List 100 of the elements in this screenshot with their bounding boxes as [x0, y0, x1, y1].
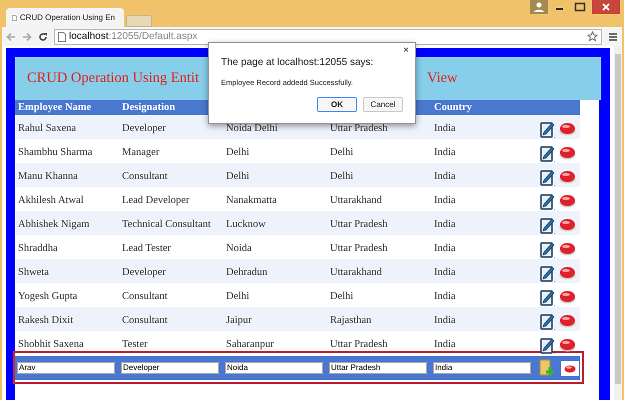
table-cell-text: Uttarakhand [329, 194, 383, 208]
address-bar[interactable]: localhost:12055/Default.aspx [54, 28, 602, 44]
input-field[interactable]: Noida [225, 362, 323, 374]
edit-icon[interactable] [540, 336, 556, 354]
table-cell-text: Delhi [329, 290, 354, 304]
page-title: View [426, 68, 458, 88]
edit-icon[interactable] [540, 312, 556, 330]
table-cell-text: Jaipur [225, 314, 253, 328]
table-cell-text: Shambhu Sharma [17, 146, 94, 160]
table-cell-text: India [433, 146, 457, 160]
table-cell-text: Consultant [121, 290, 169, 304]
table-cell-text: Yogesh Gupta [17, 290, 78, 304]
table-cell-text: Manager [121, 146, 160, 160]
table-cell-text: India [433, 194, 457, 208]
ok-button[interactable]: OK [317, 97, 357, 112]
table-cell-text: Shraddha [17, 242, 59, 256]
input-field[interactable]: Arav [17, 362, 115, 374]
table-cell-text: Noida [225, 242, 253, 256]
table-cell-text: Saharanpur [225, 338, 275, 352]
table-cell-text: Dehradun [225, 266, 268, 280]
table-cell-text: Rakesh Dixit [17, 314, 74, 328]
delete-icon [564, 364, 576, 372]
dialog-heading: The page at localhost:12055 says: [221, 56, 374, 70]
table-cell-text: India [433, 170, 457, 184]
table-cell-text: Lucknow [225, 218, 267, 232]
table-cell-text: India [433, 314, 457, 328]
delete-icon[interactable] [559, 218, 576, 232]
table-cell-text: Delhi [329, 146, 354, 160]
page-icon [58, 32, 66, 42]
close-button[interactable]: × [403, 46, 409, 56]
edit-icon[interactable] [540, 264, 556, 282]
edit-icon[interactable] [540, 120, 556, 138]
table-cell-text: India [433, 338, 457, 352]
maximize-icon[interactable] [572, 0, 588, 14]
table-cell-text: India [433, 290, 457, 304]
table-cell-text: Uttarakhand [329, 266, 383, 280]
table-cell-text: Rajasthan [329, 314, 372, 328]
table-cell-text: Lead Developer [121, 194, 190, 208]
url-text: localhost:12055/Default.aspx [69, 30, 198, 44]
delete-icon[interactable] [559, 122, 576, 136]
table-cell-text: Delhi [329, 170, 354, 184]
table-cell-text: Uttar Pradesh [329, 122, 388, 136]
delete-icon[interactable] [559, 194, 576, 208]
page-icon [12, 12, 17, 22]
star-icon[interactable] [587, 31, 598, 42]
page-title: CRUD Operation Using Entit [27, 68, 199, 88]
menu-icon[interactable] [608, 32, 618, 42]
delete-icon[interactable] [559, 314, 576, 328]
input-field[interactable]: Developer [121, 362, 219, 374]
edit-icon[interactable] [540, 168, 556, 186]
delete-icon[interactable] [559, 290, 576, 304]
column-header: Employee Name [17, 100, 92, 115]
delete-icon[interactable] [559, 338, 576, 352]
table-cell-text: Nanakmatta [225, 194, 278, 208]
tab-title: CRUD Operation Using En [20, 12, 115, 24]
table-cell-text: Akhilesh Atwal [17, 194, 85, 208]
table-cell-text: Manu Khanna [17, 170, 79, 184]
table-cell-text: Abhishek Nigam [17, 218, 90, 232]
delete-icon[interactable] [559, 170, 576, 184]
reload-icon[interactable] [38, 32, 48, 42]
table-cell-text: Developer [121, 122, 167, 136]
table-cell-text: India [433, 218, 457, 232]
delete-icon[interactable] [559, 266, 576, 280]
cancel-button[interactable]: Cancel [363, 97, 403, 112]
delete-icon[interactable] [559, 146, 576, 160]
browser-tab[interactable]: CRUD Operation Using En [6, 8, 124, 27]
table-cell-text: Shweta [17, 266, 50, 280]
table-cell-text: Rahul Saxena [17, 122, 78, 136]
table-cell-text: Developer [121, 266, 167, 280]
column-header: Country [433, 100, 473, 115]
table-cell-text: Tester [121, 338, 149, 352]
table-cell-text: Shobhit Saxena [17, 338, 85, 352]
table-cell-text: India [433, 242, 457, 256]
add-icon[interactable] [539, 359, 557, 377]
scrollbar-thumb[interactable] [615, 54, 621, 384]
table-cell-text: Delhi [225, 170, 250, 184]
table-cell-text: Technical Consultant [121, 218, 212, 232]
table-cell-text: Uttar Pradesh [329, 218, 388, 232]
input-field[interactable]: Uttar Pradesh [329, 362, 427, 374]
edit-icon[interactable] [540, 240, 556, 258]
table-cell-text: Delhi [225, 146, 250, 160]
edit-icon[interactable] [540, 216, 556, 234]
table-cell-text: Uttar Pradesh [329, 338, 388, 352]
table-cell-text: Delhi [225, 290, 250, 304]
cancel-button[interactable] [561, 360, 579, 376]
edit-icon[interactable] [540, 288, 556, 306]
table-cell-text: Noida Delhi [225, 122, 279, 136]
input-field[interactable]: India [433, 362, 531, 374]
table-cell-text: India [433, 122, 457, 136]
table-cell-text: Consultant [121, 314, 169, 328]
column-header: Designation [121, 100, 176, 115]
table-cell-text: Uttar Pradesh [329, 242, 388, 256]
edit-icon[interactable] [540, 144, 556, 162]
table-cell-text: India [433, 266, 457, 280]
delete-icon[interactable] [559, 242, 576, 256]
scrollbar[interactable] [614, 46, 622, 400]
table-cell-text: Consultant [121, 170, 169, 184]
close-icon[interactable] [592, 0, 620, 14]
edit-icon[interactable] [540, 192, 556, 210]
table-cell-text: Lead Tester [121, 242, 172, 256]
